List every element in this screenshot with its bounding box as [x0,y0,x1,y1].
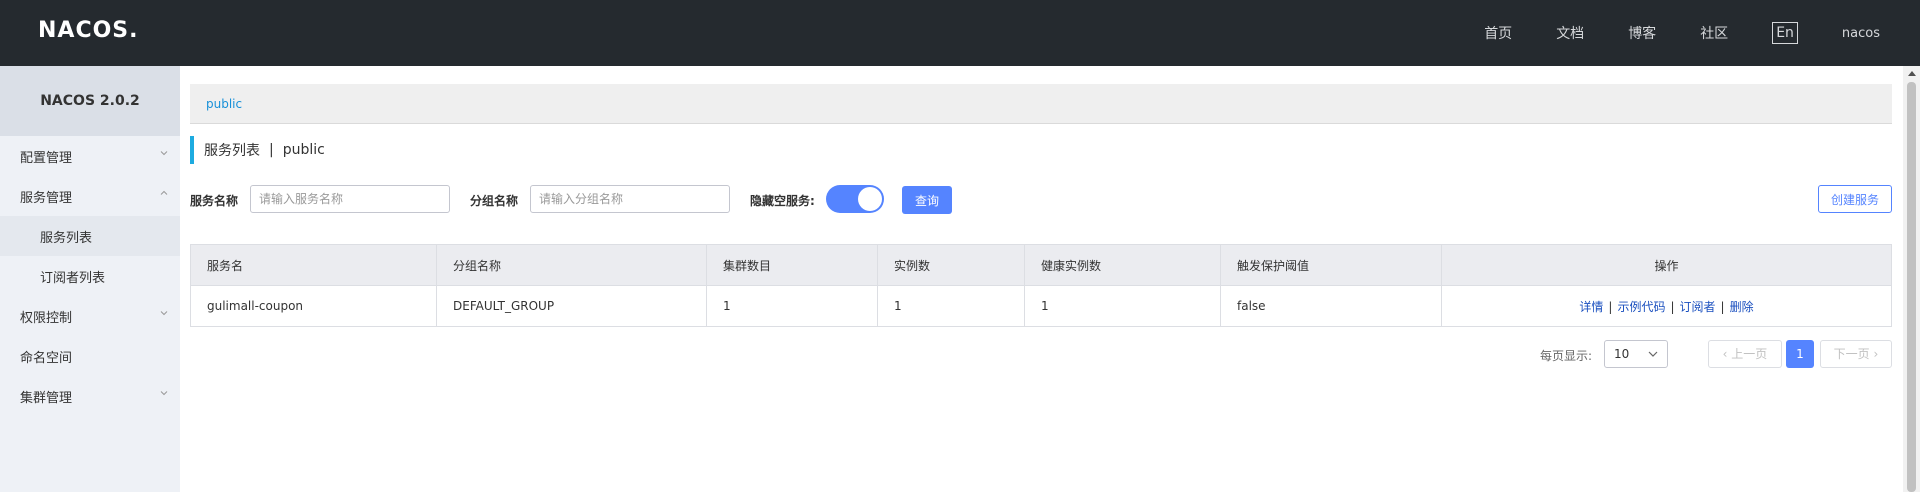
nacos-logo[interactable]: NACOS. [38,18,139,43]
service-name-input[interactable] [250,185,450,213]
page-number-1[interactable]: 1 [1786,340,1814,368]
col-healthy-count: 健康实例数 [1024,244,1221,286]
sidebar-item-auth[interactable]: 权限控制 [0,296,180,336]
next-page-label: 下一页 [1833,347,1870,361]
col-instance-count: 实例数 [877,244,1025,286]
group-name-label: 分组名称 [470,194,519,208]
table-header-row: 服务名 分组名称 集群数目 实例数 健康实例数 触发保护阈值 操作 [190,244,1892,286]
subscriber-link[interactable]: 订阅者 [1680,300,1716,314]
toggle-knob [858,187,882,211]
chevron-down-icon [1648,351,1658,357]
op-separator: | [1720,299,1725,314]
delete-link[interactable]: 删除 [1730,300,1754,314]
cell-cluster-count: 1 [706,285,878,327]
prev-page-button[interactable]: ‹ 上一页 [1708,340,1782,368]
sidebar-item-label: 服务列表 [40,230,93,246]
query-button[interactable]: 查询 [902,186,952,214]
hide-empty-toggle[interactable] [826,185,884,213]
page-title: 服务列表 | public [190,136,325,164]
sidebar-item-cluster[interactable]: 集群管理 [0,376,180,416]
scroll-up-arrow-icon[interactable] [1908,71,1916,76]
op-separator: | [1670,299,1675,314]
col-threshold: 触发保护阈值 [1220,244,1442,286]
chevron-down-icon [160,391,168,396]
cell-operations: 详情 | 示例代码 | 订阅者 | 删除 [1441,285,1892,327]
col-service-name: 服务名 [190,244,437,286]
chevron-up-icon [160,190,168,195]
page-title-separator: | [269,142,274,158]
sidebar-item-config[interactable]: 配置管理 [0,136,180,176]
sidebar-item-label: 配置管理 [20,150,73,166]
nav-docs[interactable]: 文档 [1556,23,1584,43]
scrollbar-thumb[interactable] [1907,82,1916,492]
table-row: gulimall-coupon DEFAULT_GROUP 1 1 1 fals… [190,285,1892,327]
next-page-button[interactable]: 下一页 › [1820,340,1892,368]
user-name[interactable]: nacos [1842,26,1880,41]
sidebar-item-service[interactable]: 服务管理 [0,176,180,216]
sidebar-item-service-list[interactable]: 服务列表 [0,216,180,256]
nav-community[interactable]: 社区 [1700,23,1728,43]
chevron-right-icon: › [1869,347,1879,361]
chevron-left-icon: ‹ [1722,347,1732,361]
cell-instance-count: 1 [877,285,1025,327]
hide-empty-label: 隐藏空服务: [750,194,815,208]
sidebar-brand: NACOS 2.0.2 [0,66,180,136]
main-content: public 服务列表 | public 服务名称 分组名称 隐藏空服务: 查询… [180,66,1900,492]
sidebar-item-subscriber-list[interactable]: 订阅者列表 [0,256,180,296]
detail-link[interactable]: 详情 [1579,300,1603,314]
pagination: 每页显示: 10 ‹ 上一页 1 下一页 › [180,340,1892,368]
sidebar-item-label: 命名空间 [20,350,73,366]
chevron-down-icon [160,151,168,156]
filter-bar: 服务名称 分组名称 隐藏空服务: 查询 创建服务 [190,185,1892,215]
cell-group-name: DEFAULT_GROUP [436,285,707,327]
col-cluster-count: 集群数目 [706,244,878,286]
cell-healthy-count: 1 [1024,285,1221,327]
col-operations: 操作 [1441,244,1892,286]
top-nav: 首页 文档 博客 社区 En nacos [1440,0,1880,66]
sample-code-link[interactable]: 示例代码 [1617,300,1665,314]
top-header: NACOS. 首页 文档 博客 社区 En nacos [0,0,1920,66]
nav-blog[interactable]: 博客 [1628,23,1656,43]
per-page-label: 每页显示: [1540,349,1593,363]
sidebar-item-label: 服务管理 [20,190,73,206]
prev-page-label: 上一页 [1731,347,1768,361]
page-size-select[interactable]: 10 [1604,340,1668,368]
namespace-bar: public [190,84,1892,124]
create-service-button[interactable]: 创建服务 [1818,185,1892,213]
namespace-link[interactable]: public [206,97,242,111]
sidebar-item-label: 集群管理 [20,390,73,406]
col-group-name: 分组名称 [436,244,707,286]
nav-home[interactable]: 首页 [1484,23,1512,43]
group-name-input[interactable] [530,185,730,213]
cell-service-name: gulimall-coupon [190,285,437,327]
cell-threshold: false [1220,285,1442,327]
service-table: 服务名 分组名称 集群数目 实例数 健康实例数 触发保护阈值 操作 gulima… [190,244,1892,327]
service-name-label: 服务名称 [190,194,239,208]
chevron-down-icon [160,311,168,316]
page-size-value: 10 [1614,347,1630,361]
language-toggle[interactable]: En [1772,22,1798,44]
page-title-namespace: public [282,142,325,158]
vertical-scrollbar[interactable] [1903,66,1920,492]
op-separator: | [1608,299,1613,314]
sidebar-item-label: 订阅者列表 [40,270,106,286]
sidebar-item-label: 权限控制 [20,310,73,326]
page-title-text: 服务列表 [204,143,260,159]
sidebar: NACOS 2.0.2 配置管理 服务管理 服务列表 订阅者列表 权限控制 命名… [0,66,180,492]
sidebar-item-namespace[interactable]: 命名空间 [0,336,180,376]
